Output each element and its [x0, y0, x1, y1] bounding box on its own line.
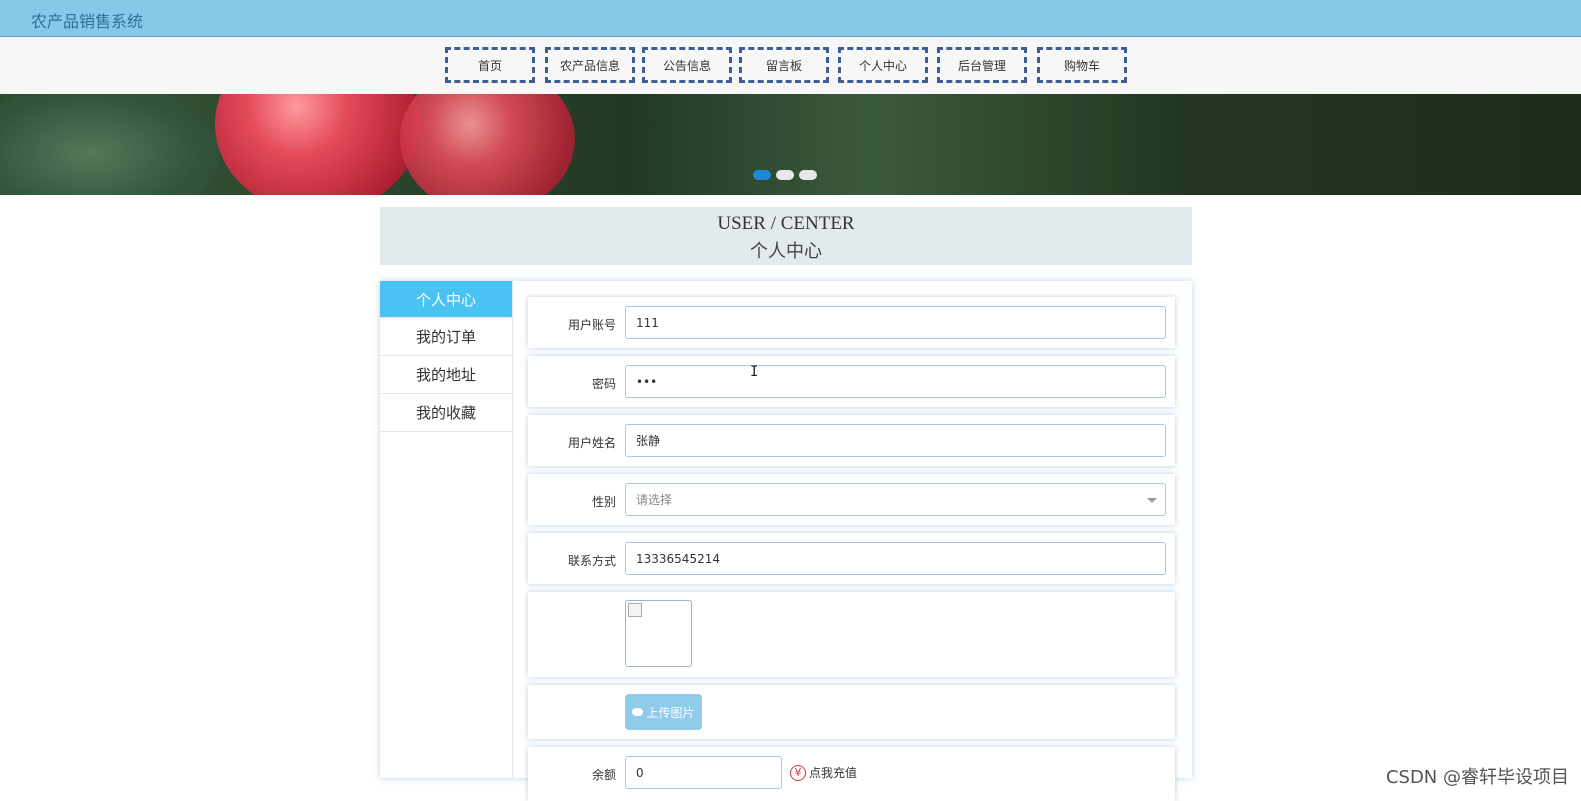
gender-label: 性别: [591, 495, 616, 509]
carousel-dot[interactable]: [753, 170, 771, 180]
form-row-balance: 余额 0 ¥ 点我充值: [528, 747, 1175, 801]
password-label: 密码: [591, 377, 616, 391]
avatar-image: [625, 600, 692, 667]
gender-select-value: 请选择: [636, 493, 673, 507]
app-title: 农产品销售系统: [31, 12, 144, 31]
balance-label: 余额: [591, 768, 616, 782]
banner-raspberry: [400, 94, 575, 195]
nav-notices[interactable]: 公告信息: [642, 47, 732, 83]
side-item-user-center[interactable]: 个人中心: [380, 281, 512, 318]
form-row-account: 用户账号 111: [528, 297, 1175, 348]
form-row-upload: 上传图片: [528, 685, 1175, 739]
banner-leaf: [0, 94, 220, 195]
carousel-dots: [753, 170, 817, 180]
side-item-addresses[interactable]: 我的地址: [380, 356, 512, 394]
side-menu: 个人中心 我的订单 我的地址 我的收藏: [380, 281, 513, 778]
nav-home[interactable]: 首页: [445, 47, 535, 83]
section-header: USER / CENTER 个人中心: [380, 207, 1192, 265]
phone-input[interactable]: 13336545214: [625, 542, 1166, 575]
form-row-gender: 性别 请选择: [528, 474, 1175, 525]
form-row-avatar: [528, 592, 1175, 677]
section-title-cn: 个人中心: [750, 241, 822, 262]
phone-label: 联系方式: [567, 554, 616, 568]
name-input[interactable]: 张静: [625, 424, 1166, 457]
carousel-dot[interactable]: [799, 170, 817, 180]
side-item-favorites[interactable]: 我的收藏: [380, 394, 512, 432]
text-cursor-icon: I: [750, 364, 759, 380]
section-title-en: USER / CENTER: [717, 213, 855, 234]
account-input[interactable]: 111: [625, 306, 1166, 339]
account-label: 用户账号: [567, 318, 616, 332]
carousel-dot[interactable]: [776, 170, 794, 180]
nav-admin[interactable]: 后台管理: [937, 47, 1027, 83]
form-row-password: 密码 •••: [528, 356, 1175, 407]
nav-products[interactable]: 农产品信息: [545, 47, 635, 83]
form-row-name: 用户姓名 张静: [528, 415, 1175, 466]
nav-user-center[interactable]: 个人中心: [838, 47, 928, 83]
chevron-down-icon: [1147, 498, 1157, 503]
upload-button-label: 上传图片: [646, 705, 695, 720]
balance-input[interactable]: 0: [625, 756, 782, 789]
recharge-label: 点我充值: [809, 766, 858, 780]
gender-select[interactable]: 请选择: [625, 483, 1166, 516]
recharge-link[interactable]: ¥ 点我充值: [790, 764, 857, 781]
main-nav: 首页 农产品信息 公告信息 留言板 个人中心 后台管理 购物车: [0, 37, 1581, 94]
upload-image-button[interactable]: 上传图片: [625, 694, 702, 730]
nav-message-board[interactable]: 留言板: [739, 47, 829, 83]
side-item-orders[interactable]: 我的订单: [380, 318, 512, 356]
top-bar: 农产品销售系统: [0, 0, 1581, 37]
nav-cart[interactable]: 购物车: [1037, 47, 1127, 83]
yen-icon: ¥: [790, 764, 806, 781]
banner-raspberry: [215, 94, 420, 195]
broken-image-icon: [628, 603, 642, 617]
watermark: CSDN @睿轩毕设项目: [1385, 767, 1569, 788]
password-input[interactable]: •••: [625, 365, 1166, 398]
form-row-phone: 联系方式 13336545214: [528, 533, 1175, 584]
name-label: 用户姓名: [567, 436, 616, 450]
banner-carousel[interactable]: [0, 94, 1581, 195]
cloud-upload-icon: [632, 708, 644, 716]
